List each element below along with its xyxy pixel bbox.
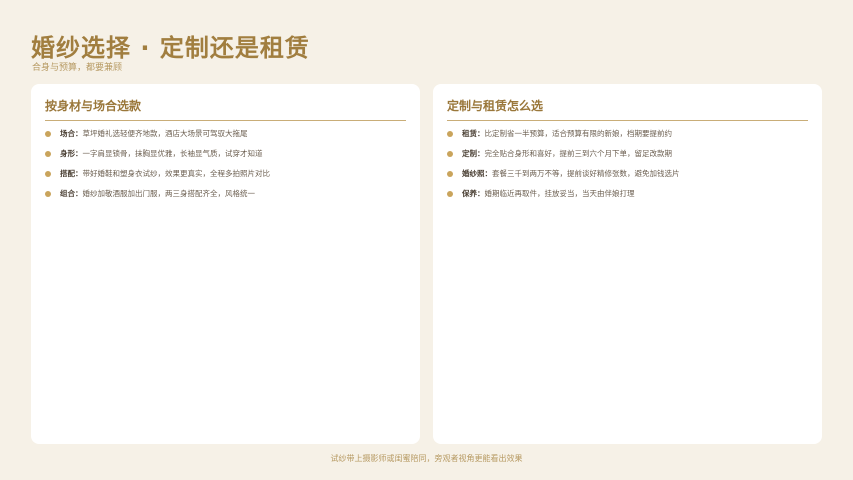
tips-list: 场合：草坪婚礼选轻便齐地款，酒店大场景可驾驭大拖尾 身形：一字肩显锁骨，抹胸显优… (45, 129, 406, 199)
bullet-dot-icon (447, 191, 453, 197)
list-item: 保养：婚期临近再取件，挂放妥当，当天由伴娘打理 (447, 189, 808, 199)
item-text: 带好婚鞋和塑身衣试纱，效果更真实，全程多拍照片对比 (82, 169, 271, 178)
item-label: 婚纱照： (462, 169, 492, 178)
item-label: 组合： (60, 189, 83, 198)
page-title: 婚纱选择 · 定制还是租赁 (31, 34, 310, 62)
item-label: 搭配： (60, 169, 83, 178)
bullet-dot-icon (447, 151, 453, 157)
item-text: 完全贴合身形和喜好，提前三到六个月下单，留足改款期 (484, 149, 673, 158)
list-item: 场合：草坪婚礼选轻便齐地款，酒店大场景可驾驭大拖尾 (45, 129, 406, 139)
card-body-occasion: 按身材与场合选款 场合：草坪婚礼选轻便齐地款，酒店大场景可驾驭大拖尾 身形：一字… (31, 84, 420, 444)
card-title: 定制与租赁怎么选 (447, 97, 808, 121)
list-item: 组合：婚纱加敬酒服加出门服，两三身搭配齐全，风格统一 (45, 189, 406, 199)
item-label: 定制： (462, 149, 485, 158)
bullet-dot-icon (45, 131, 51, 137)
bullet-dot-icon (45, 191, 51, 197)
item-label: 场合： (60, 129, 83, 138)
tips-list: 租赁：比定制省一半预算，适合预算有限的新娘，档期要提前约 定制：完全贴合身形和喜… (447, 129, 808, 199)
list-item: 婚纱照：套餐三千到两万不等，提前谈好精修张数，避免加钱选片 (447, 169, 808, 179)
card-title: 按身材与场合选款 (45, 97, 406, 121)
footer-note: 试纱带上摄影师或闺蜜陪同，旁观者视角更能看出效果 (330, 454, 523, 463)
list-item: 租赁：比定制省一半预算，适合预算有限的新娘，档期要提前约 (447, 129, 808, 139)
list-item: 身形：一字肩显锁骨，抹胸显优雅，长袖显气质，试穿才知道 (45, 149, 406, 159)
item-text: 一字肩显锁骨，抹胸显优雅，长袖显气质，试穿才知道 (82, 149, 263, 158)
item-label: 租赁： (462, 129, 485, 138)
item-text: 比定制省一半预算，适合预算有限的新娘，档期要提前约 (484, 129, 673, 138)
page-subtitle: 合身与预算，都要兼顾 (32, 63, 123, 73)
list-item: 定制：完全贴合身形和喜好，提前三到六个月下单，留足改款期 (447, 149, 808, 159)
item-text: 婚期临近再取件，挂放妥当，当天由伴娘打理 (484, 189, 635, 198)
list-item: 搭配：带好婚鞋和塑身衣试纱，效果更真实，全程多拍照片对比 (45, 169, 406, 179)
item-text: 草坪婚礼选轻便齐地款，酒店大场景可驾驭大拖尾 (82, 129, 248, 138)
item-text: 套餐三千到两万不等，提前谈好精修张数，避免加钱选片 (492, 169, 680, 178)
bullet-dot-icon (447, 171, 453, 177)
item-label: 身形： (60, 149, 83, 158)
item-label: 保养： (462, 189, 485, 198)
bullet-dot-icon (45, 151, 51, 157)
card-custom-vs-rent: 定制与租赁怎么选 租赁：比定制省一半预算，适合预算有限的新娘，档期要提前约 定制… (433, 84, 822, 444)
bullet-dot-icon (45, 171, 51, 177)
item-text: 婚纱加敬酒服加出门服，两三身搭配齐全，风格统一 (82, 189, 256, 198)
bullet-dot-icon (447, 131, 453, 137)
